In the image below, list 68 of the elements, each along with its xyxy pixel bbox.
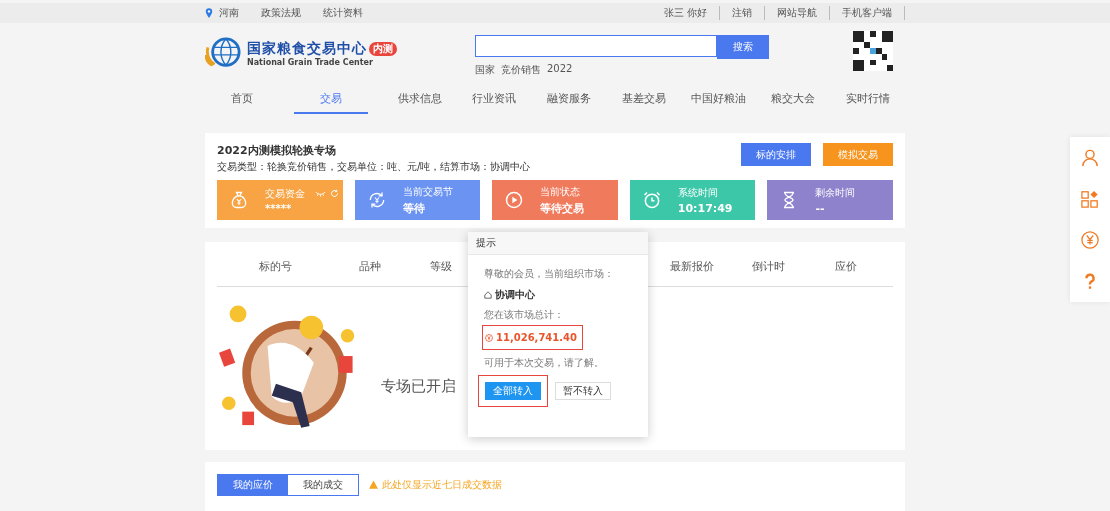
column-header: 品种 [358,258,382,274]
tile-label: 系统时间 [677,185,718,200]
tile-value: -- [815,201,826,215]
yen-coin-icon [485,333,493,342]
money-bag-icon [229,190,249,210]
search-button[interactable]: 搜索 [717,35,769,59]
column-header: 等级 [429,258,453,274]
nav-tab[interactable]: 行业资讯 [457,85,532,112]
hot-search-link[interactable]: 2022 [547,63,573,77]
session-title: 2022内测模拟轮换专场 [217,143,337,158]
top-link[interactable]: 张三 你好 [651,6,720,20]
amount-value: 11,026,741.40 [496,332,577,343]
record-tab[interactable]: 我的应价 [218,475,288,495]
beta-badge: 内测 [369,41,397,56]
globe-wheat-logo-icon [205,36,243,70]
dialog-text: 尊敬的会员，当前组织市场： [484,267,614,280]
nav-tab[interactable]: 粮交大会 [755,85,831,112]
yen-circle-icon[interactable] [1081,231,1099,250]
tile-value: ***** [265,202,293,214]
action-button[interactable]: 标的安排 [741,143,811,166]
logo-subtitle: National Grain Trade Center [247,57,374,67]
logo-title: 国家粮食交易中心 [247,39,367,58]
search-field[interactable] [475,35,717,57]
column-header: 应价 [834,258,858,274]
tile-value: 等待 [402,200,426,216]
nav-tab[interactable]: 交易 [293,85,369,114]
nav-tab[interactable]: 基差交易 [606,85,682,112]
nav-tab[interactable]: 首页 [205,85,280,112]
tile-value: 等待交易 [540,200,585,216]
tile-value: 10:17:49 [677,201,733,215]
dialog-button[interactable]: 暂不转入 [548,375,618,407]
qr-code-icon [853,31,893,71]
tile-label: 当前状态 [540,184,581,199]
top-link[interactable]: 手机客户端 [830,6,905,20]
apps-grid-icon[interactable] [1081,189,1099,208]
column-header: 倒计时 [750,258,786,274]
dialog-title: 提示 [476,236,496,250]
dialog-text: 可用于本次交易，请了解。 [484,356,604,369]
tile-label: 当前交易节 [402,184,453,199]
market-name: 协调中心 [495,288,535,302]
dialog-text: 您在该市场总计： [484,308,564,321]
eye-closed-icon[interactable] [315,190,326,197]
play-icon [504,190,525,210]
warning-icon [369,480,378,489]
alarm-clock-icon [641,190,662,210]
refresh-icon[interactable] [330,189,339,198]
tile-label: 剩余时间 [815,185,856,200]
record-tab[interactable]: 我的成交 [288,475,358,495]
column-header: 最新报价 [669,258,715,274]
top-link[interactable]: 统计资料 [323,6,363,20]
top-link[interactable]: 政策法规 [261,6,301,20]
hot-search-link[interactable]: 国家 [475,63,495,77]
hot-search-link[interactable]: 竞价销售 [501,63,541,77]
session-subtitle: 交易类型：轮换竞价销售，交易单位：吨、元/吨，结算市场：协调中心 [217,160,531,174]
nav-tab[interactable]: 供求信息 [382,85,457,112]
top-link[interactable]: 注销 [720,6,765,20]
empty-message: 专场已开启 [381,376,456,396]
tile-label: 交易资金 [265,186,305,201]
notice-text: 此处仅显示近七日成交数据 [382,478,502,492]
location-link[interactable]: 河南 [219,6,239,20]
nav-tab[interactable]: 融资服务 [531,85,607,112]
top-link[interactable]: 网站导航 [765,6,830,20]
nav-tab[interactable]: 实时行情 [830,85,906,112]
location-pin-icon [205,8,213,18]
nav-tab[interactable]: 中国好粮油 [681,85,756,112]
user-icon[interactable] [1081,148,1099,167]
house-icon [484,291,492,299]
column-header: 标的号 [257,258,293,274]
